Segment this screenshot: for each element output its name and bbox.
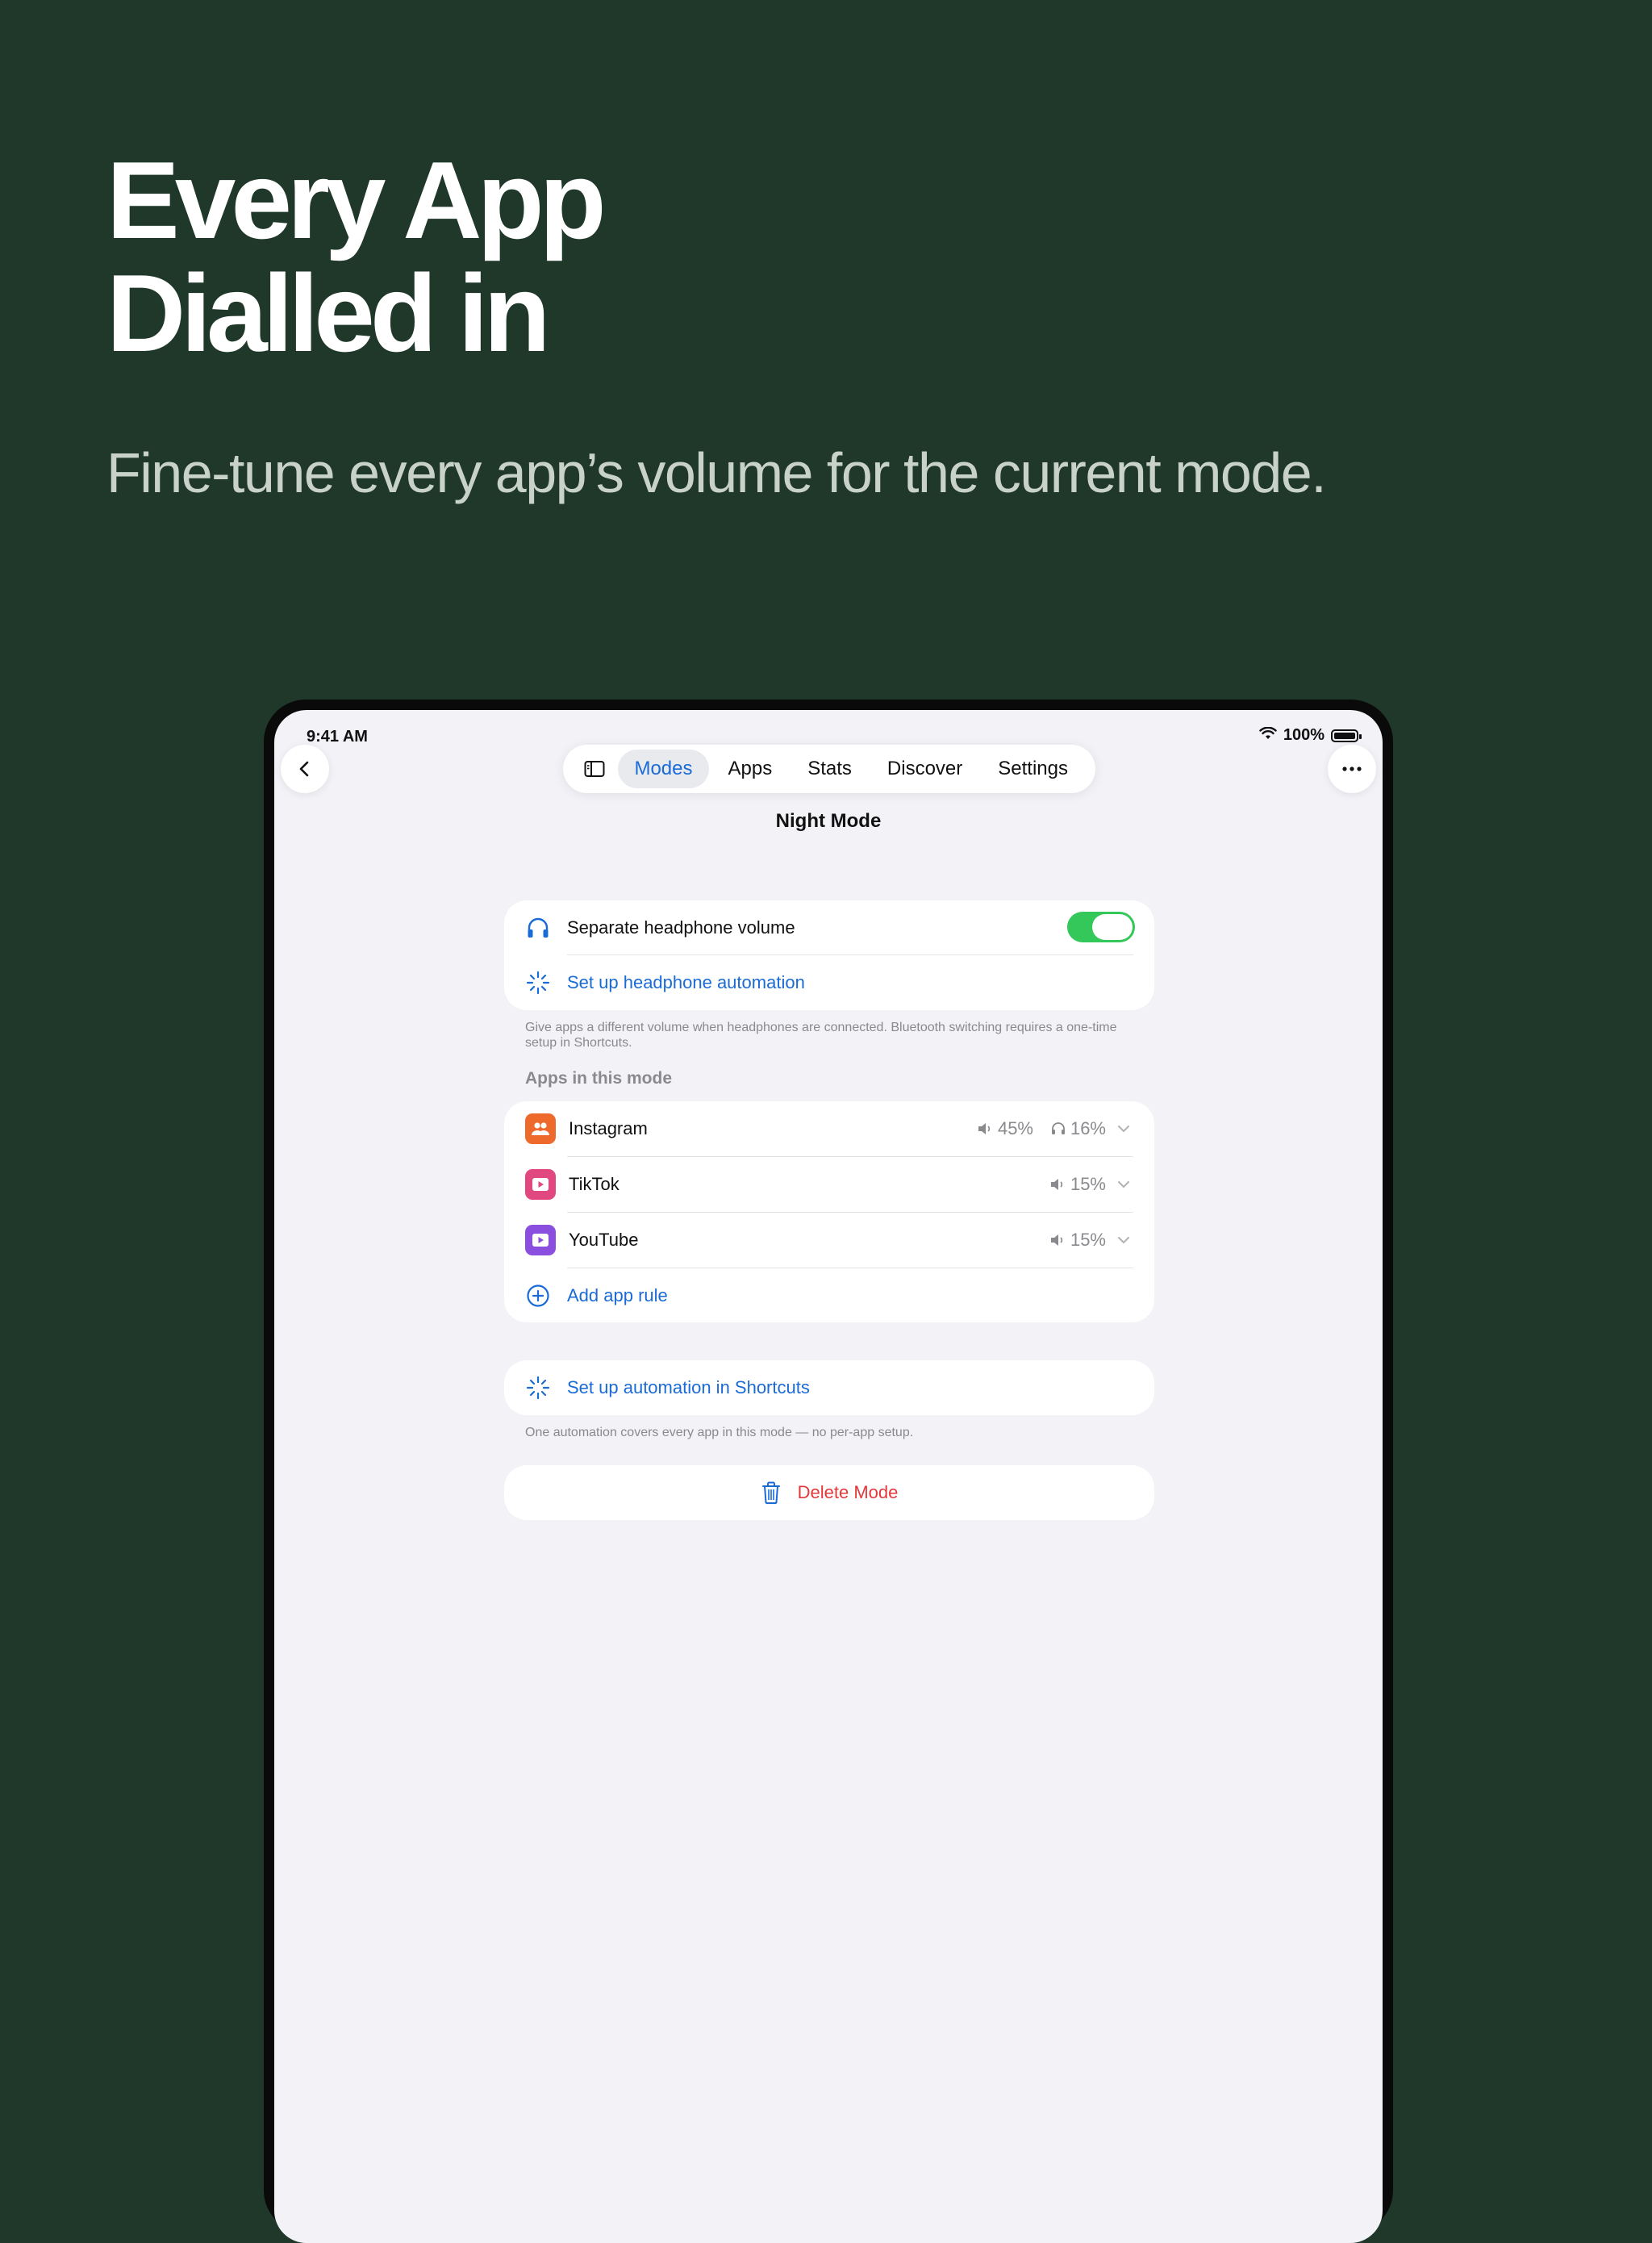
app-name: YouTube <box>569 1230 639 1250</box>
separate-headphone-toggle[interactable] <box>1067 912 1135 942</box>
headphone-volume: 16% <box>1051 1118 1106 1139</box>
speaker-icon <box>1050 1179 1063 1190</box>
subhead: Fine-tune every app’s volume for the cur… <box>106 441 1327 504</box>
headphone-volume-value: 16% <box>1070 1118 1106 1138</box>
speaker-volume: 15% <box>1049 1174 1106 1195</box>
headline-line-2: Dialled in <box>106 252 551 374</box>
tab-settings[interactable]: Settings <box>982 750 1084 788</box>
headphone-automation-link[interactable]: Set up headphone automation <box>567 972 805 993</box>
chevron-down-icon[interactable] <box>1116 1121 1132 1137</box>
delete-card: Delete Mode <box>504 1465 1154 1520</box>
separate-headphone-label: Separate headphone volume <box>567 917 795 938</box>
wifi-icon <box>1259 726 1277 745</box>
app-row-instagram[interactable]: Instagram 45% 16% <box>504 1101 1154 1156</box>
more-button[interactable] <box>1328 745 1376 793</box>
ellipsis-icon <box>1342 766 1362 771</box>
chevron-down-icon[interactable] <box>1116 1232 1132 1248</box>
ipad-screen: 9:41 AM 100% Modes Apps Stats Discover S… <box>274 710 1383 2243</box>
delete-mode-label: Delete Mode <box>797 1482 899 1502</box>
add-app-rule-link[interactable]: Add app rule <box>567 1285 668 1306</box>
shortcuts-automation-row[interactable]: Set up automation in Shortcuts <box>504 1360 1154 1415</box>
headphone-card: Separate headphone volume Set up headpho… <box>504 900 1154 1010</box>
shortcuts-automation-link[interactable]: Set up automation in Shortcuts <box>567 1377 810 1398</box>
app-row-youtube[interactable]: YouTube 15% <box>504 1213 1154 1268</box>
page-title: Night Mode <box>775 810 882 832</box>
tab-modes[interactable]: Modes <box>618 750 709 788</box>
tab-stats[interactable]: Stats <box>791 750 868 788</box>
trash-icon <box>761 1481 780 1504</box>
speaker-icon <box>978 1123 991 1134</box>
headphone-note: Give apps a different volume when headph… <box>525 1021 1117 1050</box>
speaker-volume-value: 45% <box>997 1118 1033 1138</box>
chevron-left-icon <box>299 761 309 777</box>
speaker-volume: 15% <box>1049 1230 1106 1251</box>
speaker-icon <box>1050 1234 1063 1246</box>
speaker-volume-value: 15% <box>1070 1174 1106 1194</box>
app-name: TikTok <box>569 1174 620 1194</box>
headline: Every App Dialled in <box>106 139 607 374</box>
delete-mode-button[interactable]: Delete Mode <box>504 1465 1154 1520</box>
headphone-automation-row[interactable]: Set up headphone automation <box>504 955 1154 1010</box>
shortcuts-card: Set up automation in Shortcuts <box>504 1360 1154 1415</box>
ipad-frame: 9:41 AM 100% Modes Apps Stats Discover S… <box>264 700 1393 2243</box>
battery-icon <box>1331 729 1362 742</box>
headphones-small-icon <box>1051 1122 1065 1134</box>
chevron-down-icon[interactable] <box>1116 1176 1132 1193</box>
headphones-icon <box>524 914 552 942</box>
separate-headphone-row: Separate headphone volume <box>504 900 1154 955</box>
back-button[interactable] <box>281 745 329 793</box>
add-app-rule-row[interactable]: Add app rule <box>504 1268 1154 1323</box>
apps-card: Instagram 45% 16% TikTok 15% YouTube 15%… <box>504 1101 1154 1322</box>
app-name: Instagram <box>569 1118 648 1138</box>
status-time: 9:41 AM <box>307 728 368 746</box>
tab-bar: Modes Apps Stats Discover Settings <box>563 745 1095 793</box>
automation-sparkle-icon <box>524 969 552 996</box>
shortcuts-note: One automation covers every app in this … <box>525 1426 914 1439</box>
status-indicators: 100% <box>1259 726 1362 745</box>
sidebar-toggle-button[interactable] <box>574 750 615 788</box>
youtube-app-icon <box>525 1225 556 1255</box>
speaker-volume: 45% <box>977 1118 1033 1139</box>
battery-percent: 100% <box>1283 726 1325 744</box>
tab-apps[interactable]: Apps <box>712 750 789 788</box>
tiktok-app-icon <box>525 1169 556 1200</box>
automation-sparkle-icon <box>524 1374 552 1401</box>
tab-discover[interactable]: Discover <box>871 750 978 788</box>
app-row-tiktok[interactable]: TikTok 15% <box>504 1157 1154 1212</box>
instagram-app-icon <box>525 1113 556 1144</box>
speaker-volume-value: 15% <box>1070 1230 1106 1250</box>
apps-section-title: Apps in this mode <box>525 1069 673 1088</box>
sidebar-icon <box>584 761 605 777</box>
plus-circle-icon <box>524 1282 552 1309</box>
headline-line-1: Every App <box>106 139 607 261</box>
